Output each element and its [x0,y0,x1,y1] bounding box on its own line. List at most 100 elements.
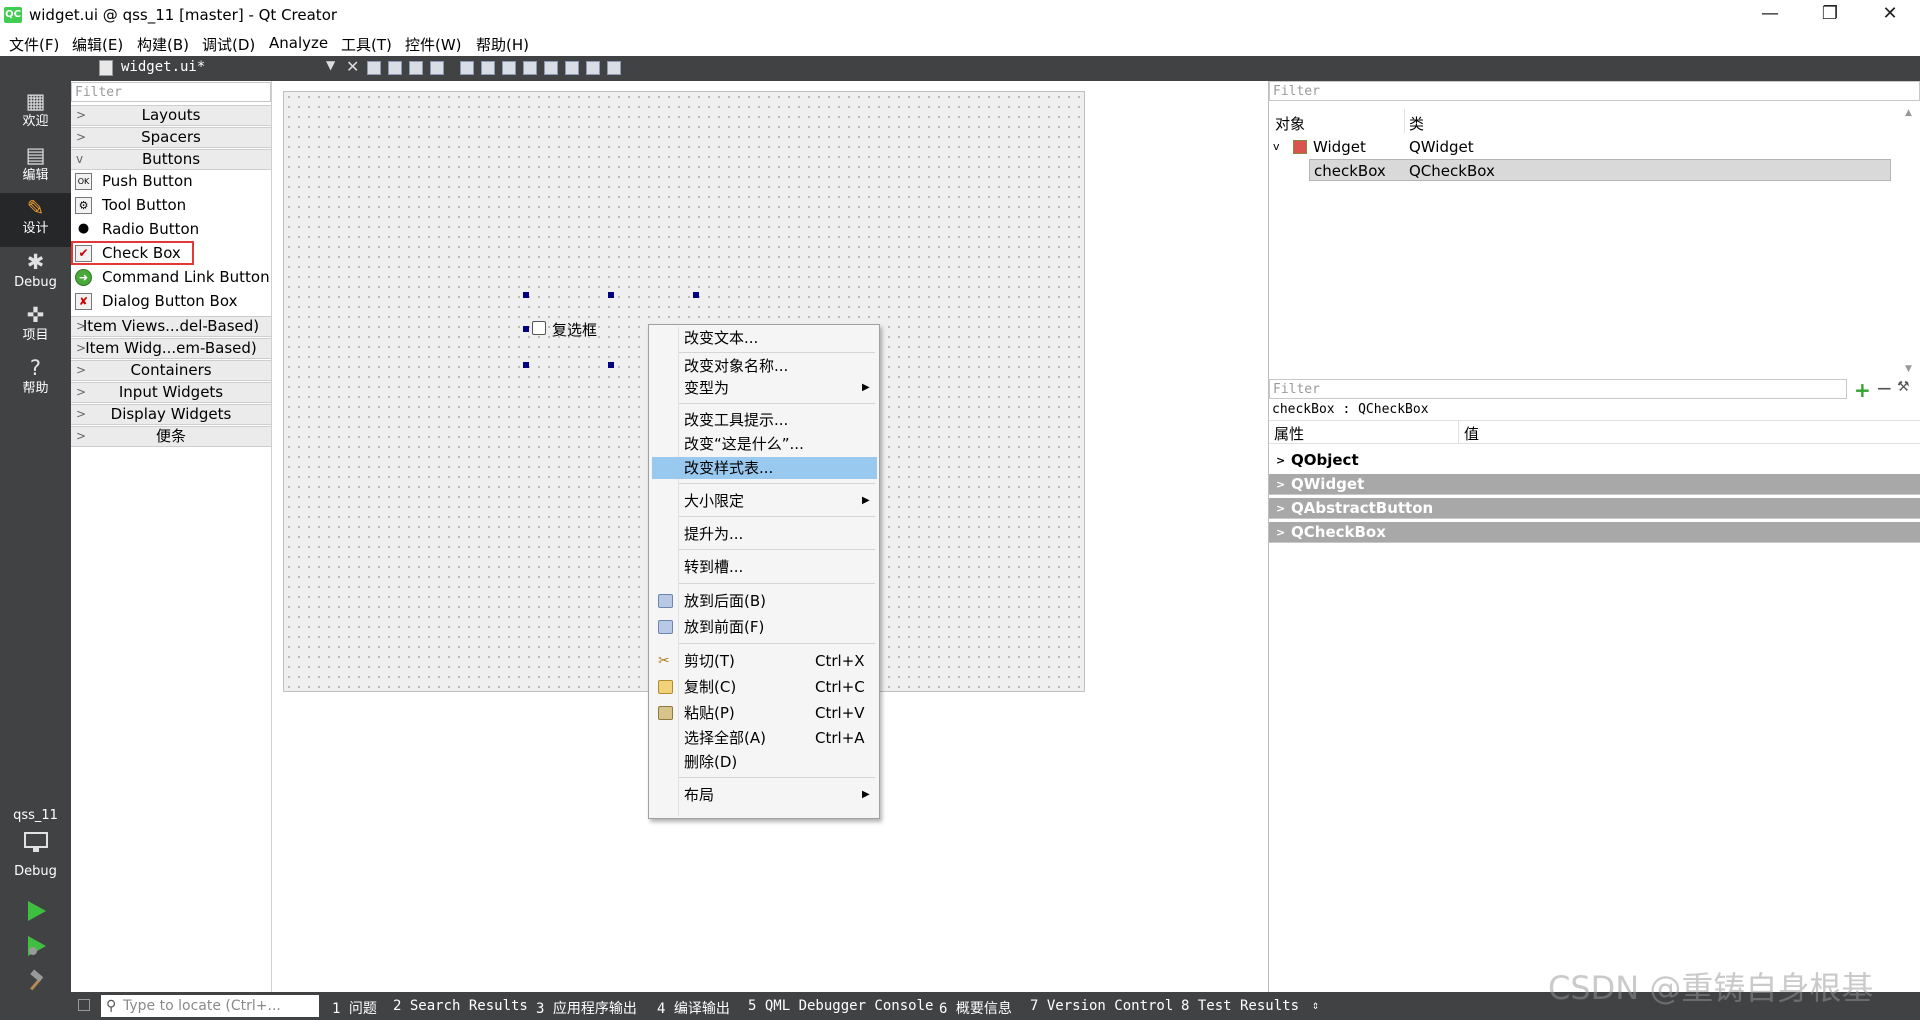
menu-item-change-whats-this[interactable]: 改变“这是什么”... [652,433,877,455]
toggle-sidebar-icon[interactable] [78,999,90,1011]
widget-dialog-button-box[interactable]: ✘ Dialog Button Box [71,289,271,313]
edit-buddies-icon[interactable] [409,61,423,75]
widget-radio-button[interactable]: ● Radio Button [71,217,271,241]
mode-help[interactable]: ? 帮助 [0,353,71,407]
pane-issues[interactable]: 1 问题 [332,998,377,1018]
property-group-qcheckbox[interactable]: > QCheckBox [1269,522,1920,543]
resize-handle[interactable] [608,362,614,368]
layout-vertical-icon[interactable] [481,61,495,75]
run-button[interactable] [22,899,50,927]
edit-widgets-icon[interactable] [367,61,381,75]
pane-compile-output[interactable]: 4 编译输出 [657,998,730,1018]
menu-item-go-to-slot[interactable]: 转到槽... [652,556,877,578]
checkbox-indicator[interactable] [532,321,546,335]
category-spacers[interactable]: > Spacers [71,127,271,148]
close-button[interactable]: ✕ [1860,0,1920,30]
menu-item-cut[interactable]: ✂ 剪切(T) Ctrl+X [652,650,877,672]
column-header-value[interactable]: 值 [1464,423,1479,444]
edit-tab-order-icon[interactable] [430,61,444,75]
menu-item-copy[interactable]: 复制(C) Ctrl+C [652,676,877,698]
open-document-name[interactable]: widget.ui* [121,59,205,75]
menu-analyze[interactable]: Analyze [269,34,328,52]
pane-qml-debugger[interactable]: 5 QML Debugger Console [748,998,933,1014]
add-property-icon[interactable]: + [1854,378,1871,402]
layout-horizontal-icon[interactable] [460,61,474,75]
menu-widgets[interactable]: 控件(W) [405,34,462,55]
menu-item-size-constraints[interactable]: 大小限定 ▶ [652,490,877,512]
layout-grid-icon[interactable] [565,61,579,75]
resize-handle[interactable] [523,326,529,332]
property-filter-input[interactable]: Filter [1269,379,1847,399]
menu-item-change-text[interactable]: 改变文本... [652,327,877,349]
category-input-widgets[interactable]: > Input Widgets [71,382,271,403]
layout-v-splitter-icon[interactable] [523,61,537,75]
menu-edit[interactable]: 编辑(E) [72,34,123,55]
break-layout-icon[interactable] [586,61,600,75]
menu-item-change-object-name[interactable]: 改变对象名称... [652,355,877,377]
mode-debug[interactable]: ✱ Debug [0,247,71,301]
menu-item-paste[interactable]: 粘贴(P) Ctrl+V [652,702,877,724]
widget-tool-button[interactable]: ⚙ Tool Button [71,193,271,217]
close-document-icon[interactable]: ✕ [346,57,359,76]
scroll-up-icon[interactable]: ▲ [1905,108,1912,118]
resize-handle[interactable] [608,292,614,298]
layout-form-icon[interactable] [544,61,558,75]
configure-icon[interactable]: ⚒ [1897,379,1910,395]
mode-welcome[interactable]: ▦ 欢迎 [0,86,71,140]
column-header-object[interactable]: 对象 [1275,113,1305,134]
pane-app-output[interactable]: 3 应用程序输出 [536,998,637,1018]
mode-design[interactable]: ✎ 设计 [0,193,71,247]
mode-edit[interactable]: ▤ 编辑 [0,140,71,194]
scroll-down-icon[interactable]: ▼ [1905,364,1912,374]
chevron-down-icon[interactable]: ▼ [326,58,335,72]
widget-filter-input[interactable]: Filter [71,82,271,102]
mode-projects[interactable]: ✜ 项目 [0,300,71,354]
pane-search-results[interactable]: 2 Search Results [393,998,528,1014]
minimize-button[interactable]: — [1740,0,1800,30]
category-containers[interactable]: > Containers [71,360,271,381]
widget-check-box[interactable]: ✔ Check Box [71,241,194,265]
property-group-qwidget[interactable]: > QWidget [1269,474,1920,495]
adjust-size-icon[interactable] [607,61,621,75]
category-display-widgets[interactable]: > Display Widgets [71,404,271,425]
menu-tools[interactable]: 工具(T) [341,34,392,55]
restore-button[interactable]: ❐ [1800,0,1860,30]
menu-item-send-to-back[interactable]: 放到后面(B) [652,590,877,612]
menu-item-delete[interactable]: 删除(D) [652,751,877,773]
menu-debug[interactable]: 调试(D) [202,34,255,55]
object-row-checkbox[interactable]: checkBox QCheckBox [1309,159,1891,181]
pane-version-control[interactable]: 7 Version Control [1030,998,1173,1014]
column-header-class[interactable]: 类 [1409,113,1424,134]
widget-command-link-button[interactable]: ➜ Command Link Button [71,265,271,289]
resize-handle[interactable] [523,292,529,298]
more-panes-icon[interactable]: ⇕ [1312,998,1319,1012]
widget-push-button[interactable]: OK Push Button [71,169,271,193]
category-layouts[interactable]: > Layouts [71,105,271,126]
menu-item-promote-to[interactable]: 提升为... [652,523,877,545]
menu-item-change-stylesheet[interactable]: 改变样式表... [652,457,877,479]
edit-signals-slots-icon[interactable] [388,61,402,75]
object-inspector-scrollbar[interactable]: ▲ ▼ [1899,106,1920,376]
resize-handle[interactable] [523,362,529,368]
category-item-views[interactable]: > Item Views...del-Based) [71,316,271,337]
pane-test-results[interactable]: 8 Test Results [1181,998,1299,1014]
menu-item-layout[interactable]: 布局 ▶ [652,784,877,806]
menu-file[interactable]: 文件(F) [9,34,59,55]
category-item-widgets[interactable]: > Item Widg...em-Based) [71,338,271,359]
property-group-qobject[interactable]: > QObject [1269,450,1920,471]
column-header-property[interactable]: 属性 [1274,423,1304,444]
resize-handle[interactable] [693,292,699,298]
menu-item-bring-to-front[interactable]: 放到前面(F) [652,616,877,638]
category-buttons[interactable]: v Buttons [71,149,271,170]
menu-item-select-all[interactable]: 选择全部(A) Ctrl+A [652,727,877,749]
remove-property-icon[interactable]: − [1876,376,1893,400]
build-button[interactable] [22,969,50,997]
menu-item-morph-into[interactable]: 变型为 ▶ [652,377,877,399]
locator-input[interactable]: ⚲ Type to locate (Ctrl+... [101,995,319,1017]
pane-general-messages[interactable]: 6 概要信息 [939,998,1012,1018]
property-group-qabstractbutton[interactable]: > QAbstractButton [1269,498,1920,519]
menu-item-change-tooltip[interactable]: 改变工具提示... [652,409,877,431]
layout-h-splitter-icon[interactable] [502,61,516,75]
kit-selector[interactable] [0,831,71,861]
object-filter-input[interactable]: Filter [1269,81,1920,101]
